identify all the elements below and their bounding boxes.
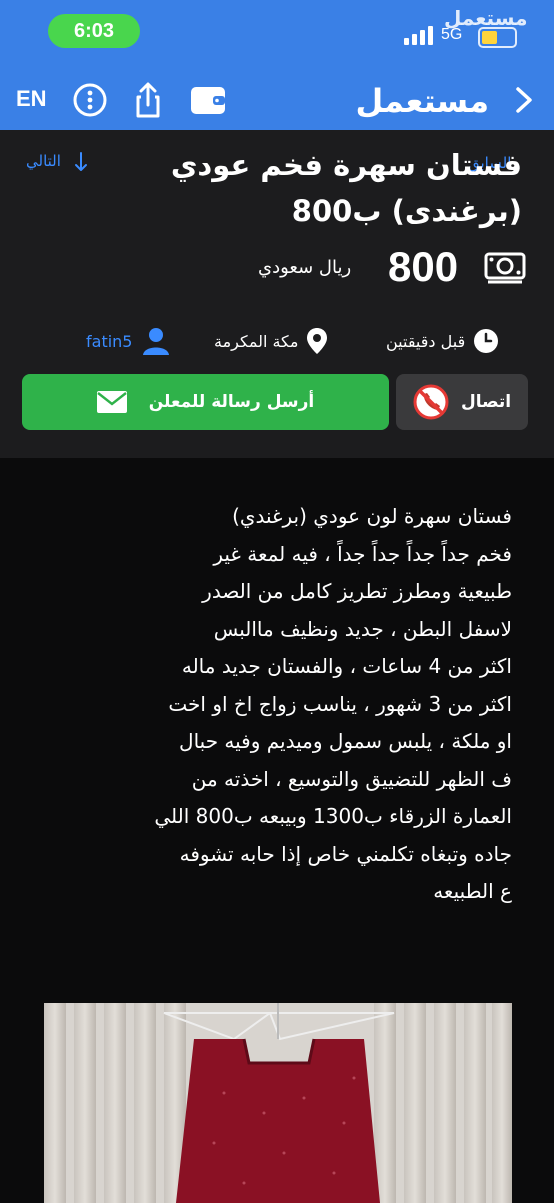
description-line: اكثر من 4 ساعات ، والفستان جديد ماله [181,654,512,678]
location-label: مكة المكرمة [214,331,299,351]
location: مكة المكرمة [214,326,328,356]
language-button[interactable]: EN [16,86,47,112]
chevron-right-icon[interactable] [510,84,538,116]
next-link[interactable]: التالي [26,152,61,170]
call-button[interactable]: اتصال [396,374,528,430]
no-call-icon [413,384,449,420]
user-icon [143,328,170,355]
signal-icon [404,23,436,45]
description-line: اكثر من 3 شهور ، يناسب زواج اخ او اخت [168,691,512,716]
info-icon[interactable] [70,80,110,120]
listing-title: فستان سهرة فخم عودي (برغندى) ب800 [170,148,522,228]
dress-image [44,1003,512,1203]
send-message-button[interactable]: أرسل رسالة للمعلن [22,374,389,430]
description-line: فستان سهرة لون عودي (برغندي) [232,504,512,528]
top-bar: EN مستعمل [0,70,554,130]
clock-icon [474,329,499,353]
listing-description: فستان سهرة لون عودي (برغندي) فخم جداً جد… [38,498,512,911]
time-ago-label: قبل دقيقتين [386,331,466,351]
svg-text:مستعمل: مستعمل [355,82,489,120]
arrow-down-icon[interactable] [73,151,89,173]
description-line: لاسفل البطن ، جديد ونظيف ماالبس [213,616,512,641]
share-icon[interactable] [128,80,168,120]
description-line: فخم جداً جداً جداً جداً ، فيه لمعة غير [213,541,512,566]
time-pill: 6:03 [48,14,140,48]
location-pin-icon [307,328,328,354]
mstaml-logo[interactable]: مستعمل [354,78,489,120]
price-amount: 800 [388,243,459,290]
username[interactable]: fatin5 [86,332,132,351]
posted-time: قبل دقيقتين [386,326,499,356]
price-currency: ريال سعودي [258,257,352,278]
battery-icon [478,27,517,48]
description-line: العمارة الزرقاء ب1300 وبيبعه ب800 اللي [154,804,512,828]
description-line: جاده وتبغاه تكلمني خاص إذا حابه تشوفه [179,841,512,866]
description-line: طبيعية ومطرز تطريز كامل من الصدر [202,579,512,603]
call-label: اتصال [460,392,512,412]
network-label: 5G [441,26,463,43]
description-line: ع الطبيعه [433,879,512,903]
listing-photo[interactable] [44,1003,512,1203]
description-line: ف الظهر للتضييق والتوسيع ، اخذته من [191,766,512,791]
status-bar: 6:03 مستعمل 5G [0,0,554,70]
send-message-label: أرسل رسالة للمعلن [148,392,315,412]
user-link[interactable]: fatin5 [86,326,172,356]
wallet-icon[interactable] [188,80,228,120]
cash-icon [484,252,526,284]
description-line: او ملكة ، يلبس سمول وميديم وفيه حبال [179,729,512,753]
envelope-icon [96,391,127,413]
